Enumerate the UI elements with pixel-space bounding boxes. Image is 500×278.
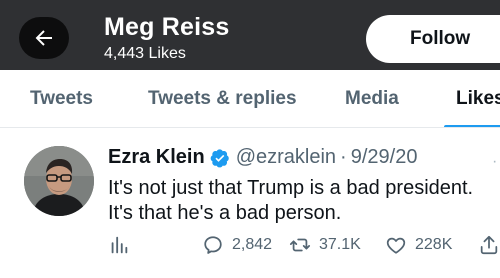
tweet-text-line-2: It's that he's a bad person. bbox=[108, 202, 342, 224]
retweet-button[interactable]: 37.1K bbox=[289, 234, 361, 256]
tweet-date[interactable]: 9/29/20 bbox=[351, 146, 418, 169]
tweet-actions: 2,842 37.1K 228K bbox=[108, 234, 500, 264]
likes-count: 4,443 Likes bbox=[104, 45, 186, 62]
arrow-left-icon bbox=[35, 30, 52, 46]
verified-badge-icon bbox=[210, 148, 230, 168]
tab-tweets-replies[interactable]: Tweets & replies bbox=[148, 88, 297, 110]
profile-header: Meg Reiss 4,443 Likes Follow bbox=[0, 0, 500, 70]
analytics-button[interactable] bbox=[108, 234, 138, 256]
author-name[interactable]: Ezra Klein bbox=[108, 146, 205, 169]
back-button[interactable] bbox=[19, 17, 69, 59]
tweet-text-line-1: It's not just that Trump is a bad presid… bbox=[108, 177, 474, 199]
reply-button[interactable]: 2,842 bbox=[202, 234, 272, 256]
tab-media[interactable]: Media bbox=[345, 88, 399, 110]
active-tab-indicator bbox=[444, 125, 500, 127]
retweet-count: 37.1K bbox=[319, 236, 361, 253]
analytics-icon bbox=[111, 236, 128, 254]
tab-tweets[interactable]: Tweets bbox=[30, 88, 93, 110]
retweet-icon bbox=[289, 238, 311, 252]
avatar[interactable] bbox=[24, 146, 94, 216]
like-count: 228K bbox=[415, 236, 453, 253]
follow-button[interactable]: Follow bbox=[366, 15, 500, 63]
heart-icon bbox=[386, 237, 406, 254]
reply-icon bbox=[204, 236, 222, 254]
separator-dot: · bbox=[340, 146, 347, 168]
reply-count: 2,842 bbox=[232, 236, 273, 253]
tab-likes[interactable]: Likes bbox=[456, 88, 500, 110]
more-options-icon[interactable]: · bbox=[492, 153, 497, 171]
tweet-header: Ezra Klein @ezraklein · 9/29/20 bbox=[108, 146, 417, 169]
profile-name: Meg Reiss bbox=[104, 13, 230, 41]
like-button[interactable]: 228K bbox=[385, 234, 452, 256]
author-handle[interactable]: @ezraklein bbox=[236, 146, 336, 169]
share-button[interactable] bbox=[478, 234, 500, 256]
profile-tabs: Tweets Tweets & replies Media Likes bbox=[0, 70, 500, 128]
tweet[interactable]: Ezra Klein @ezraklein · 9/29/20 · It's n… bbox=[0, 129, 500, 278]
share-icon bbox=[480, 235, 498, 255]
tweet-text: It's not just that Trump is a bad presid… bbox=[108, 176, 500, 226]
